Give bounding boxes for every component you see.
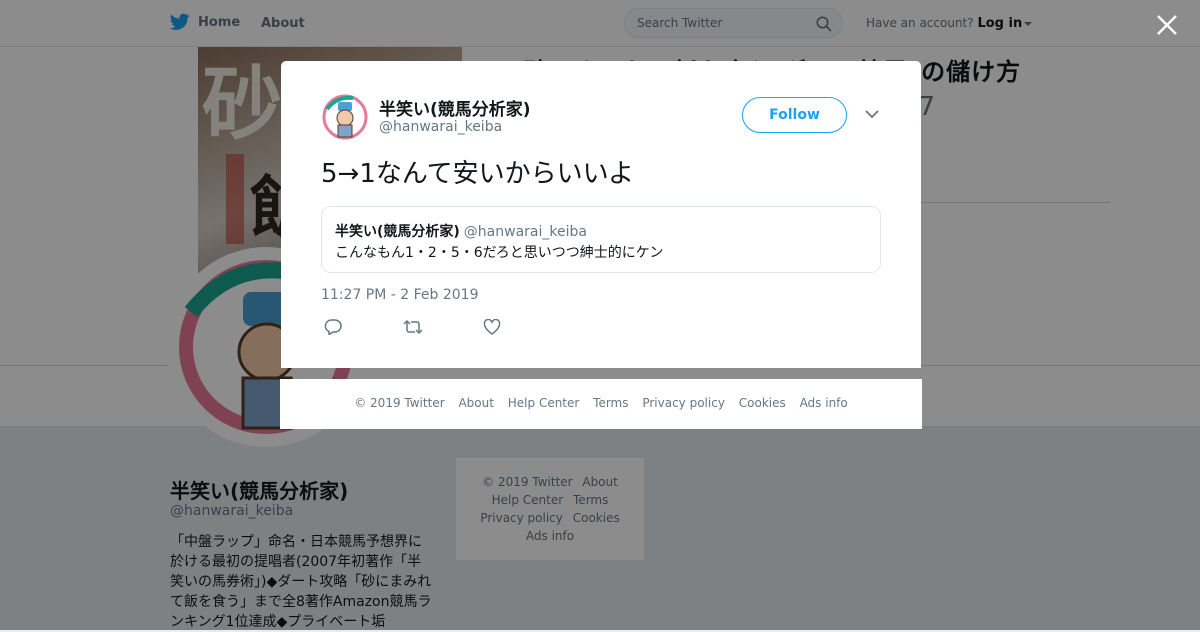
tweet-timestamp[interactable]: 11:27 PM - 2 Feb 2019	[321, 287, 479, 303]
chevron-down-icon[interactable]	[865, 110, 879, 119]
tweet-text: 5→1なんて安いからいいよ	[321, 159, 635, 189]
retweet-icon[interactable]	[402, 319, 424, 335]
modal-footer-about-link[interactable]: About	[458, 396, 493, 410]
tweet-author-handle[interactable]: @hanwarai_keiba	[379, 119, 502, 135]
winner-mascot-image	[322, 94, 368, 140]
tweet-author-avatar[interactable]	[321, 93, 369, 141]
modal-footer: © 2019 Twitter About Help Center Terms P…	[280, 379, 922, 429]
quoted-tweet[interactable]: 半笑い(競馬分析家) @hanwarai_keiba こんなもん1・2・5・6だろ…	[321, 206, 881, 273]
quoted-author-name: 半笑い(競馬分析家)	[335, 224, 460, 240]
close-icon[interactable]	[1154, 12, 1180, 38]
modal-footer-ads-link[interactable]: Ads info	[800, 396, 848, 410]
reply-icon[interactable]	[324, 319, 342, 335]
tweet-author-name[interactable]: 半笑い(競馬分析家)	[379, 95, 531, 120]
quoted-author-line: 半笑い(競馬分析家) @hanwarai_keiba	[335, 221, 587, 241]
tweet-modal: 半笑い(競馬分析家) @hanwarai_keiba Follow 5→1なんて…	[281, 61, 921, 368]
modal-footer-terms-link[interactable]: Terms	[593, 396, 628, 410]
modal-footer-help-link[interactable]: Help Center	[508, 396, 580, 410]
heart-icon[interactable]	[483, 319, 501, 335]
modal-footer-privacy-link[interactable]: Privacy policy	[642, 396, 725, 410]
quoted-tweet-text: こんなもん1・2・5・6だろと思いつつ紳士的にケン	[335, 245, 664, 261]
quoted-author-handle: @hanwarai_keiba	[463, 224, 587, 240]
modal-footer-copyright: © 2019 Twitter	[354, 396, 445, 410]
modal-footer-cookies-link[interactable]: Cookies	[739, 396, 786, 410]
follow-button[interactable]: Follow	[742, 97, 847, 133]
